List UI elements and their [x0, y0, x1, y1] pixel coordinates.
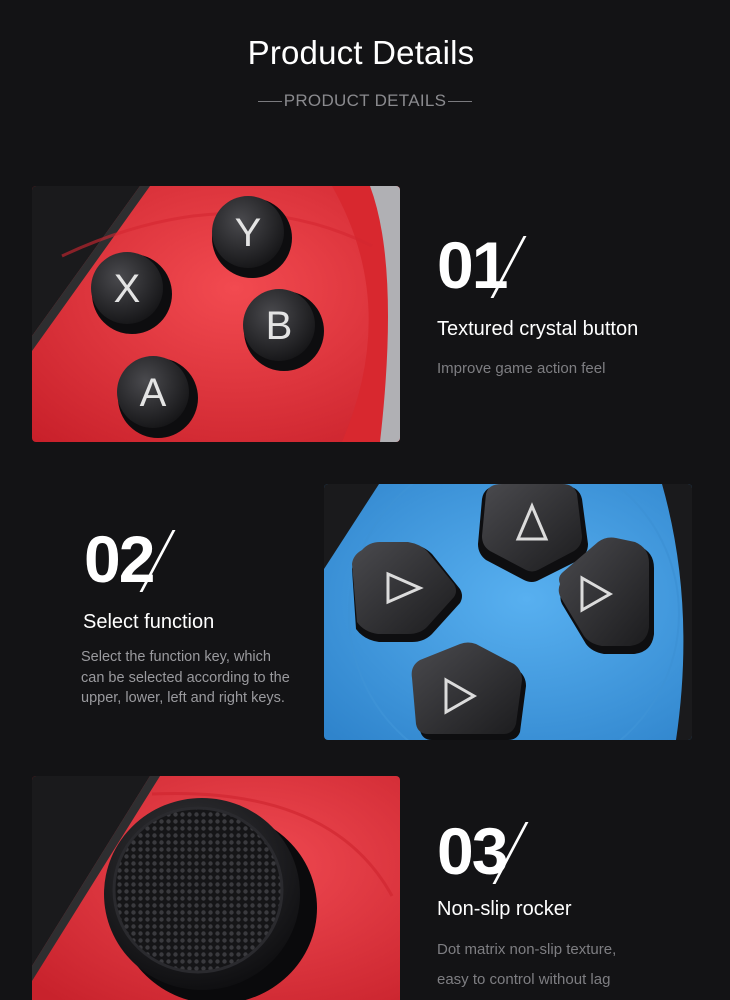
feature-number-02: 02: [84, 526, 176, 592]
feature-desc-02: Select the function key, which can be se…: [81, 647, 290, 709]
feature-desc-03-line: Dot matrix non-slip texture,: [437, 941, 617, 958]
subtitle-rule-left: [257, 100, 282, 102]
face-buttons-image: Y X B A: [32, 186, 400, 442]
subtitle-rule-right: [448, 100, 473, 102]
rocker-image: [32, 776, 400, 1000]
feature-desc-02-line: can be selected according to the: [81, 669, 290, 686]
feature-desc-01: Improve game action feel: [437, 360, 606, 377]
page-title: Product Details: [247, 34, 475, 71]
feature-desc-02-line: upper, lower, left and right keys.: [81, 690, 285, 706]
feature-title-03: Non-slip rocker: [437, 898, 572, 920]
feature-number-01: 01: [437, 232, 527, 298]
feature-desc-02-line: Select the function key, which: [81, 649, 271, 665]
svg-text:A: A: [140, 371, 167, 415]
page-subtitle-text: PRODUCT DETAILS: [283, 91, 447, 110]
feature-title-02: Select function: [83, 611, 215, 633]
svg-text:X: X: [114, 267, 141, 311]
page-subtitle: PRODUCT DETAILS: [0, 91, 730, 111]
dpad-image: [324, 484, 692, 740]
svg-text:B: B: [266, 304, 293, 348]
feature-desc-03: Dot matrix non-slip texture, easy to con…: [437, 935, 616, 995]
feature-number-03: 03: [437, 818, 529, 884]
feature-desc-03-line: easy to control without lag: [437, 971, 611, 988]
feature-title-01: Textured crystal button: [437, 318, 639, 340]
svg-text:Y: Y: [235, 211, 262, 255]
